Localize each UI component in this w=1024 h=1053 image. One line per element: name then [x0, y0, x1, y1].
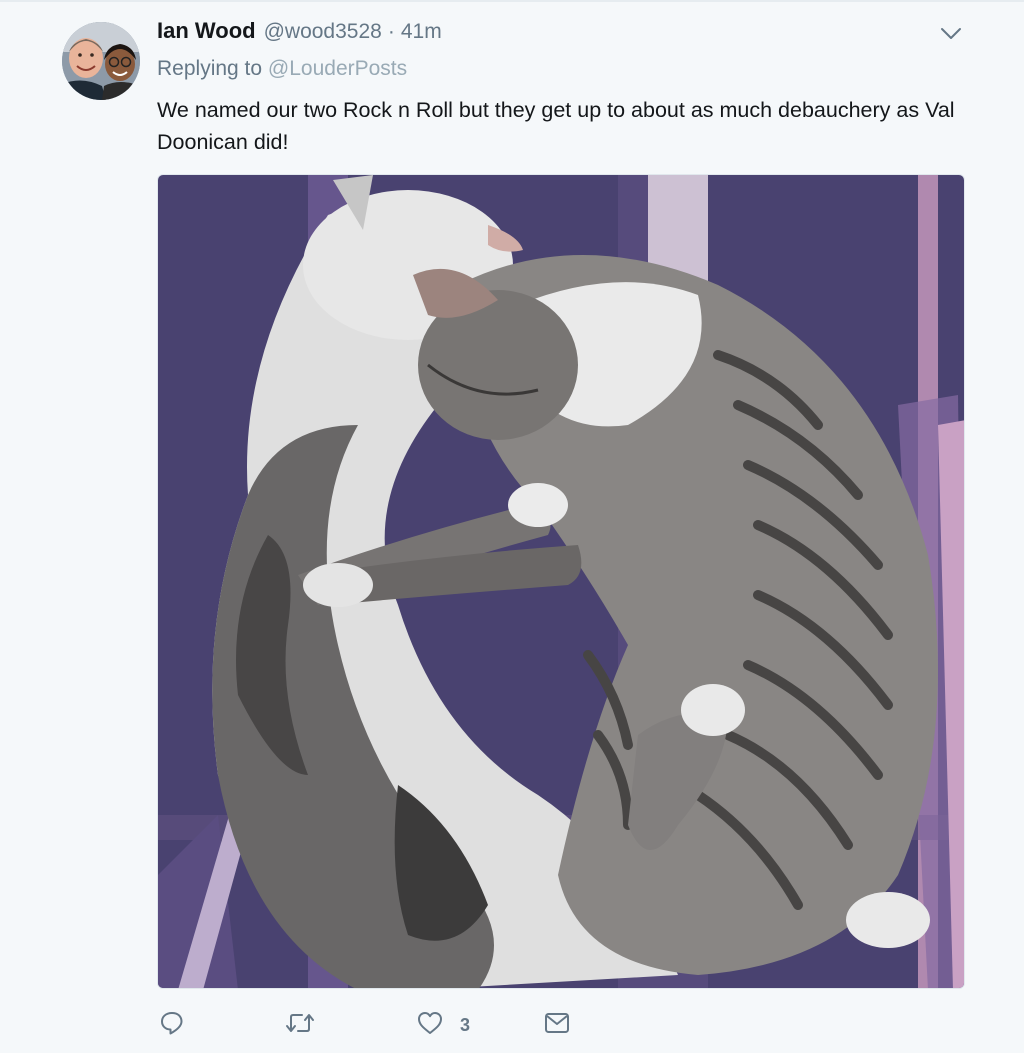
- author-handle[interactable]: @wood3528: [264, 20, 382, 44]
- replying-to-label: Replying to: [157, 57, 263, 80]
- reply-icon: [159, 1010, 185, 1041]
- tweet-text: We named our two Rock n Roll but they ge…: [157, 98, 955, 154]
- like-count: 3: [460, 1014, 471, 1035]
- envelope-icon: [543, 1011, 571, 1040]
- avatar[interactable]: [62, 22, 140, 100]
- tweet-header: Ian Wood @wood3528 · 41m: [157, 18, 442, 44]
- heart-icon: [416, 1010, 444, 1041]
- replying-to: Replying to @LouderPosts: [157, 57, 407, 81]
- cats-photo-icon: [158, 175, 964, 988]
- tweet: Ian Wood @wood3528 · 41m Replying to @Lo…: [0, 0, 1024, 1053]
- tweet-actions: 3: [157, 1008, 857, 1042]
- separator: ·: [387, 20, 395, 43]
- replying-to-handle[interactable]: @LouderPosts: [268, 57, 407, 80]
- author-name[interactable]: Ian Wood: [157, 18, 256, 44]
- chevron-down-icon[interactable]: [938, 22, 964, 44]
- direct-message-button[interactable]: [543, 1008, 571, 1042]
- like-button[interactable]: 3: [416, 1008, 470, 1042]
- reply-button[interactable]: [159, 1008, 185, 1042]
- retweet-icon: [285, 1010, 315, 1041]
- timestamp[interactable]: 41m: [401, 20, 442, 44]
- retweet-button[interactable]: [285, 1008, 315, 1042]
- tweet-photo[interactable]: [157, 174, 965, 989]
